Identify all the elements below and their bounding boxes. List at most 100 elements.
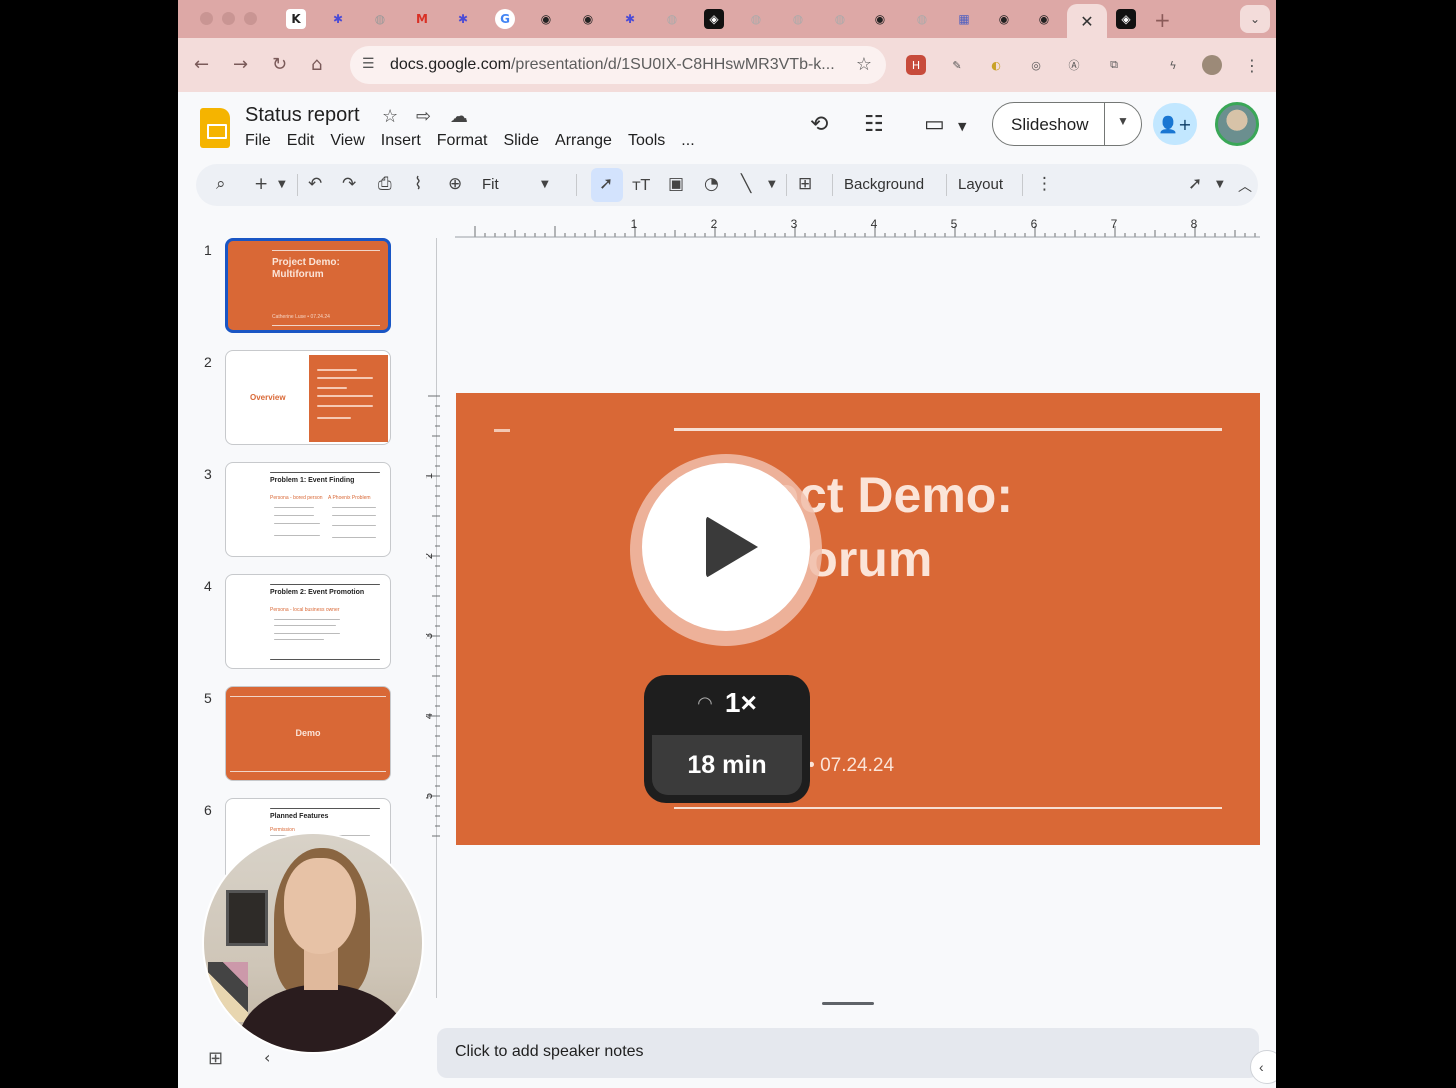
redo-icon[interactable]: ↷ [342,174,356,194]
version-history-icon[interactable]: ⟲ [810,112,828,137]
cloud-saved-icon[interactable]: ☁ [450,106,468,127]
slide-thumbnail-5[interactable]: Demo [225,686,391,781]
menu-slide[interactable]: Slide [503,132,547,150]
notes-resize-handle[interactable] [822,1002,874,1005]
grid-view-icon[interactable]: ⊞ [208,1048,223,1069]
tab-icon-globe[interactable]: ◍ [662,9,682,29]
tab-icon-github[interactable]: ◉ [578,9,598,29]
menu-view[interactable]: View [330,132,372,150]
account-avatar[interactable] [1215,102,1259,146]
tab-icon-github[interactable]: ◉ [994,9,1014,29]
slide-thumbnail-3[interactable]: Problem 1: Event Finding Persona - bored… [225,462,391,557]
meet-camera-icon[interactable]: ▭ [924,112,945,137]
tab-search-chevron-icon[interactable]: ⌄ [1240,5,1270,33]
text-box-icon[interactable]: тT [632,176,650,194]
tab-icon-google[interactable]: G [495,9,515,29]
undo-icon[interactable]: ↶ [308,174,322,194]
site-settings-icon[interactable]: ☰ [362,55,382,75]
hide-menus-chevron-icon[interactable]: ︿ [1238,176,1252,196]
extensions-puzzle-icon[interactable]: ⧉ [1104,55,1124,75]
tab-icon-globe[interactable]: ◍ [830,9,850,29]
meet-dropdown-icon[interactable]: ▼ [958,120,966,133]
vertical-ruler[interactable]: 1 2 3 4 5 [426,394,440,844]
document-title[interactable]: Status report [245,104,360,127]
browser-menu-icon[interactable]: ⋮ [1242,55,1262,75]
zoom-select[interactable]: Fit [482,176,499,193]
tab-icon-gmail[interactable]: M [412,9,432,29]
insert-image-icon[interactable]: ▣ [668,174,684,194]
eyedropper-icon[interactable]: ✎ [947,55,967,75]
tab-icon-k[interactable]: K [286,9,306,29]
extension-icon-circle[interactable]: ◐ [986,55,1006,75]
tab-icon-asterisk[interactable]: ✱ [328,9,348,29]
share-add-person-icon[interactable]: 👤+ [1153,103,1197,145]
slides-logo-icon[interactable] [200,108,230,148]
tab-icon-github[interactable]: ◉ [870,9,890,29]
window-minimize-dot[interactable] [222,12,235,25]
new-slide-plus-icon[interactable]: + [254,174,268,194]
slide-thumbnail-4[interactable]: Problem 2: Event Promotion Persona - loc… [225,574,391,669]
slide-canvas[interactable]: Project Demo: Multiforum Catherine Luse … [456,393,1260,845]
menu-file[interactable]: File [245,132,279,150]
tab-icon-asterisk[interactable]: ✱ [453,9,473,29]
slideshow-dropdown-icon[interactable]: ▼ [1117,114,1129,128]
active-tab-close-button[interactable]: ✕ [1067,4,1107,38]
menu-insert[interactable]: Insert [381,132,429,150]
tab-icon-cube[interactable]: ◈ [704,9,724,29]
tab-icon-cube[interactable]: ◈ [1116,9,1136,29]
add-comment-icon[interactable]: ⊞ [798,174,812,194]
slide-thumbnail-1[interactable]: Project Demo: Multiforum Catherine Luse … [225,238,391,333]
shape-icon[interactable]: ◔ [704,174,719,194]
profile-avatar[interactable] [1202,55,1222,75]
window-close-dot[interactable] [200,12,213,25]
comments-icon[interactable]: ☷ [864,112,884,137]
tab-icon-globe[interactable]: ◍ [788,9,808,29]
slide-thumbnail-2[interactable]: Overview [225,350,391,445]
back-arrow-icon[interactable]: ← [194,54,209,75]
tab-icon-image[interactable]: ▦ [954,9,974,29]
editing-mode-cursor-icon[interactable]: ➚ [1188,174,1202,194]
paint-format-icon[interactable]: ⌇ [414,174,422,194]
forward-arrow-icon[interactable]: → [233,54,248,75]
menu-arrange[interactable]: Arrange [555,132,620,150]
horizontal-ruler[interactable]: 123456789 [455,218,1260,238]
tab-icon-asterisk[interactable]: ✱ [620,9,640,29]
tab-icon-github[interactable]: ◉ [1034,9,1054,29]
menu-tools[interactable]: Tools [628,132,673,150]
window-zoom-dot[interactable] [244,12,257,25]
line-dropdown-icon[interactable]: ▼ [768,179,776,190]
tab-icon-globe[interactable]: ◍ [746,9,766,29]
address-url[interactable]: docs.google.com/presentation/d/1SU0IX-C8… [390,56,835,74]
extension-icon-lock[interactable]: ◎ [1026,55,1046,75]
slideshow-button[interactable]: Slideshow ▼ [992,102,1142,146]
menu-more[interactable]: ... [681,132,702,150]
playback-speed-control[interactable]: ◠ 1× [644,687,810,719]
address-bar[interactable]: ☰ docs.google.com/presentation/d/1SU0IX-… [350,46,886,84]
menu-edit[interactable]: Edit [287,132,323,150]
extension-icon-bolt[interactable]: ϟ [1163,55,1183,75]
tab-icon-github[interactable]: ◉ [536,9,556,29]
new-tab-button[interactable]: + [1154,8,1171,32]
star-icon[interactable]: ☆ [382,106,398,127]
print-icon[interactable]: ⎙ [378,174,392,194]
zoom-icon[interactable]: ⊕ [448,174,462,194]
editing-mode-dropdown-icon[interactable]: ▼ [1216,179,1224,190]
tab-icon-globe[interactable]: ◍ [370,9,390,29]
menu-format[interactable]: Format [437,132,496,150]
line-icon[interactable]: ╲ [741,174,751,194]
select-cursor-icon[interactable]: ➚ [599,174,613,194]
extension-icon-a[interactable]: Ⓐ [1064,55,1084,75]
reload-icon[interactable]: ↻ [272,54,287,75]
extension-icon-h[interactable]: H [906,55,926,75]
webcam-bubble[interactable] [202,832,424,1054]
new-slide-dropdown-icon[interactable]: ▼ [278,179,286,190]
speaker-notes[interactable]: Click to add speaker notes [437,1028,1259,1078]
bookmark-star-icon[interactable]: ☆ [856,54,872,75]
side-panel-chevron-icon[interactable]: ‹ [1250,1050,1276,1084]
move-folder-icon[interactable]: ⇨ [416,106,431,127]
more-options-icon[interactable]: ⋮ [1036,174,1053,194]
search-menus-icon[interactable]: ⌕ [216,174,226,194]
home-icon[interactable]: ⌂ [311,54,322,75]
play-icon[interactable] [706,516,758,578]
layout-button[interactable]: Layout [958,176,1003,193]
